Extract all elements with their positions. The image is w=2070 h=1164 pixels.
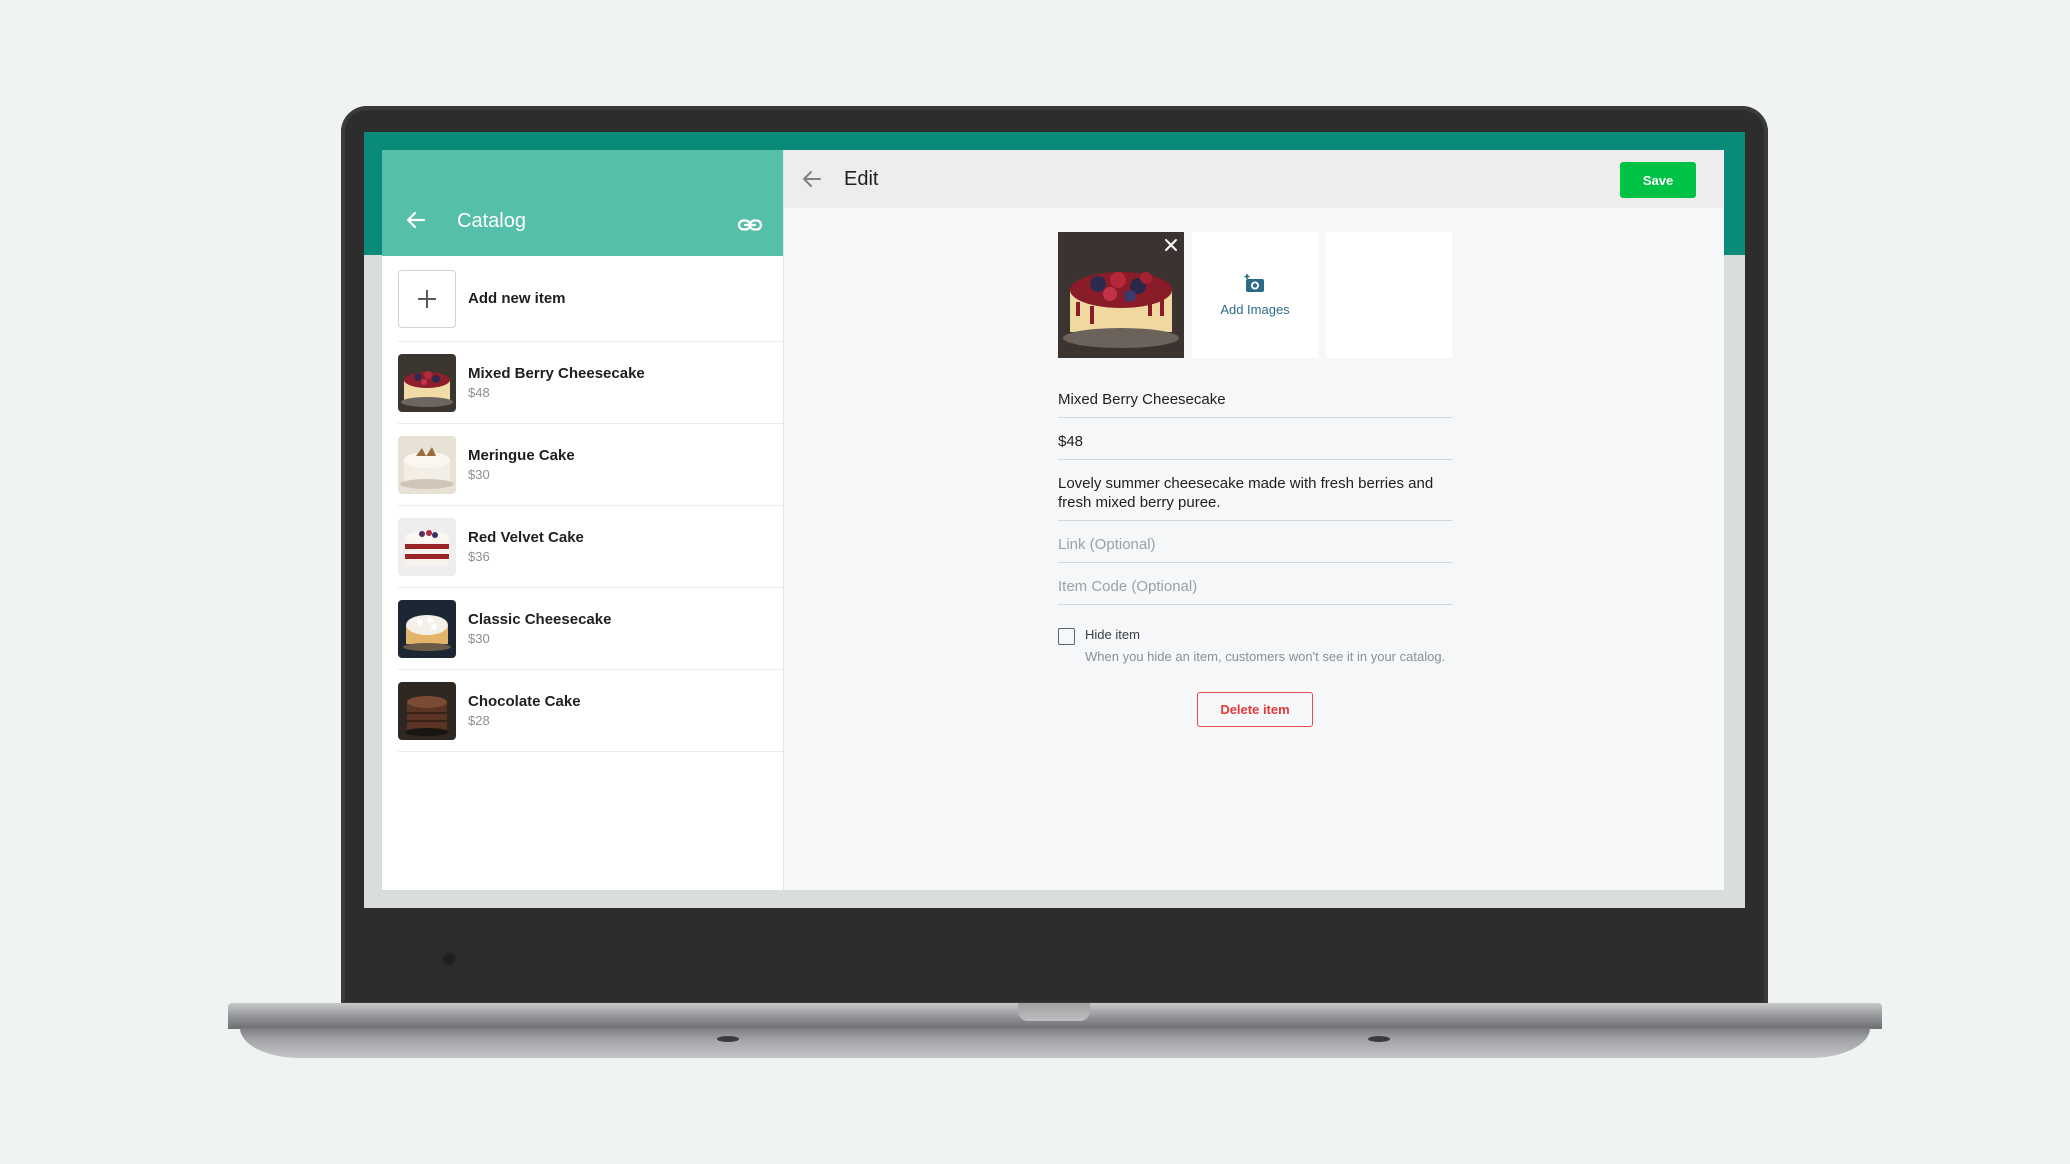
- link-field[interactable]: Link (Optional): [1058, 521, 1452, 563]
- webcam: [442, 952, 456, 966]
- item-name: Red Velvet Cake: [468, 529, 584, 546]
- hide-item-description: When you hide an item, customers won't s…: [1085, 649, 1446, 664]
- close-icon[interactable]: [1164, 238, 1178, 252]
- item-thumbnail: [398, 353, 456, 412]
- item-name: Classic Cheesecake: [468, 611, 612, 628]
- catalog-item[interactable]: Red Velvet Cake $36: [398, 506, 783, 588]
- item-image[interactable]: [1058, 232, 1184, 358]
- item-price: $48: [468, 385, 490, 400]
- edit-title: Edit: [844, 168, 879, 190]
- item-code-field[interactable]: Item Code (Optional): [1058, 563, 1452, 605]
- add-new-item-button[interactable]: Add new item: [398, 256, 783, 342]
- add-new-item-label: Add new item: [468, 290, 566, 307]
- item-price-field[interactable]: $48: [1058, 418, 1452, 460]
- catalog-header: Catalog: [382, 150, 783, 256]
- item-price: $28: [468, 713, 490, 728]
- item-name: Meringue Cake: [468, 447, 575, 464]
- item-price: $30: [468, 631, 490, 646]
- hide-item-option: Hide item When you hide an item, custome…: [1058, 627, 1452, 666]
- add-images-button[interactable]: Add Images: [1192, 232, 1318, 358]
- app-window: Catalog Add new item Mixed Berry Cheesec…: [382, 150, 1724, 890]
- save-button[interactable]: Save: [1620, 162, 1696, 198]
- item-name: Mixed Berry Cheesecake: [468, 365, 645, 382]
- hide-item-checkbox[interactable]: [1058, 628, 1075, 645]
- add-photo-camera-icon: [1244, 273, 1264, 292]
- link-icon[interactable]: [737, 212, 763, 238]
- plus-icon: [398, 269, 456, 328]
- item-name-field[interactable]: Mixed Berry Cheesecake: [1058, 376, 1452, 418]
- item-thumbnail: [398, 599, 456, 658]
- laptop-foot: [1368, 1036, 1390, 1042]
- hide-item-label: Hide item: [1085, 627, 1140, 642]
- laptop-mockup: Catalog Add new item Mixed Berry Cheesec…: [0, 0, 2070, 1164]
- catalog-item[interactable]: Meringue Cake $30: [398, 424, 783, 506]
- item-thumbnail: [398, 681, 456, 740]
- laptop-foot: [717, 1036, 739, 1042]
- back-arrow-icon[interactable]: [800, 167, 824, 191]
- item-description-field[interactable]: Lovely summer cheesecake made with fresh…: [1058, 460, 1452, 521]
- catalog-item[interactable]: Classic Cheesecake $30: [398, 588, 783, 670]
- back-arrow-icon[interactable]: [404, 208, 428, 232]
- item-price: $30: [468, 467, 490, 482]
- item-price: $36: [468, 549, 490, 564]
- edit-header: Edit Save: [784, 150, 1724, 208]
- laptop-base-bottom: [240, 1028, 1870, 1058]
- catalog-title: Catalog: [457, 210, 526, 232]
- image-gallery: Add Images: [1058, 232, 1452, 358]
- catalog-item[interactable]: Chocolate Cake $28: [398, 670, 783, 752]
- delete-item-button[interactable]: Delete item: [1197, 692, 1313, 727]
- catalog-list: Add new item Mixed Berry Cheesecake $48 …: [382, 256, 783, 890]
- catalog-panel: Catalog Add new item Mixed Berry Cheesec…: [382, 150, 784, 890]
- edit-item-form: Add Images Mixed Berry Cheesecake $48 Lo…: [1058, 232, 1452, 727]
- item-name: Chocolate Cake: [468, 693, 581, 710]
- laptop-notch: [1018, 1003, 1090, 1021]
- add-images-label: Add Images: [1220, 301, 1290, 317]
- empty-image-slot[interactable]: [1326, 232, 1452, 358]
- catalog-item[interactable]: Mixed Berry Cheesecake $48: [398, 342, 783, 424]
- item-thumbnail: [398, 435, 456, 494]
- item-thumbnail: [398, 517, 456, 576]
